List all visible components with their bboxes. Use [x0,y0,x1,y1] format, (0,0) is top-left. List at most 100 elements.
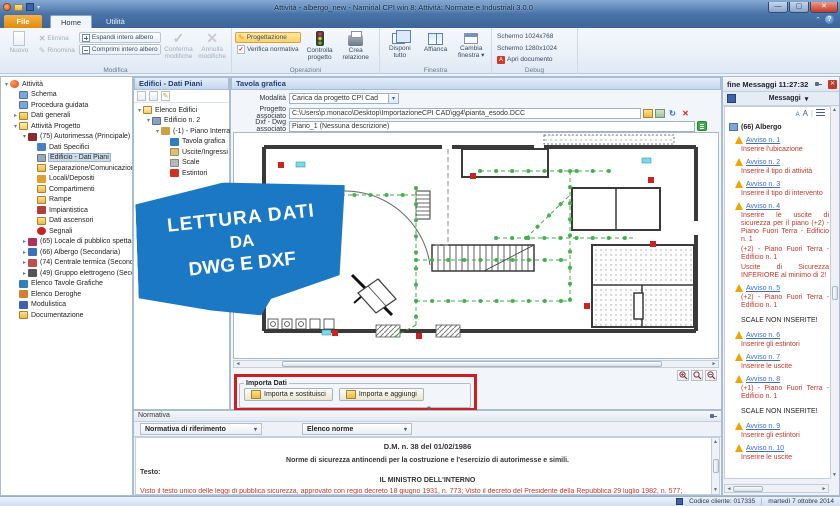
tree-item[interactable]: Modulistica [1,300,132,311]
tree-item[interactable]: ▸(66) Albergo (Secondaria) [1,247,132,258]
normativa-document[interactable]: D.M. n. 38 del 01/02/1986 Norme di sicur… [135,437,720,495]
scroll-down-icon[interactable]: ▼ [831,472,839,478]
warning-item[interactable]: Avviso n. 6 [725,328,837,340]
cambia-finestra-button[interactable]: Cambia finestra ▾ [454,30,488,65]
warning-link[interactable]: Avviso n. 2 [746,159,780,166]
scroll-right-icon[interactable]: ► [820,486,828,492]
minimize-ribbon-icon[interactable]: ⌃ [815,16,821,24]
tree-item[interactable]: Impiantistica [1,205,132,216]
importa-sostituisci-button[interactable]: Importa e sostituisci [244,388,333,401]
progettazione-button[interactable]: ✎ Progettazione [235,32,301,43]
dxf-list-icon[interactable] [697,121,707,131]
new-item-icon[interactable] [137,91,146,101]
rinomina-button[interactable]: ✎ Rinomina [37,45,77,56]
tree-item[interactable]: Scale [134,158,229,169]
scroll-up-icon[interactable]: ▲ [712,439,720,445]
comprimi-albero-button[interactable]: Comprimi intero albero [79,44,161,55]
messages-group-row[interactable]: (66) Albergo [725,120,837,133]
warning-link[interactable]: Avviso n. 10 [746,445,784,452]
refresh-icon[interactable]: ↻ [667,108,678,119]
tree-item[interactable]: Elenco Deroghe [1,289,132,300]
tree-item[interactable]: ▾Attività [1,79,132,90]
help-icon[interactable]: ? [825,15,834,24]
scroll-right-icon[interactable]: ► [710,361,718,367]
warning-link[interactable]: Avviso n. 3 [746,181,780,188]
warning-item[interactable]: Avviso n. 9 [725,419,837,431]
apri-documento-button[interactable]: A Apri documento [495,54,559,65]
warning-link[interactable]: Avviso n. 1 [746,137,780,144]
importa-aggiungi-button[interactable]: Importa e aggiungi [339,388,424,401]
annulla-modifiche-button[interactable]: ✕ Annulla modifiche [196,30,228,65]
warning-item[interactable]: Avviso n. 4 [725,199,837,211]
save-messages-icon[interactable] [727,94,736,103]
modalita-dropdown-icon[interactable]: ▾ [389,93,399,104]
warning-item[interactable]: Avviso n. 2 [725,155,837,167]
zoom-in-icon[interactable] [691,370,703,381]
tree-item[interactable]: Locali/Depositi [1,174,132,185]
tree-item[interactable]: ▸(49) Gruppo elettrogeno (Secondaria) [1,268,132,279]
expand-icon[interactable]: ▸ [21,259,28,266]
edit-item-icon[interactable]: ✎ [161,91,170,101]
messaggi-dropdown[interactable]: Messaggi▾ [769,95,808,103]
warning-link[interactable]: Avviso n. 4 [746,203,780,210]
tree-item[interactable]: ▾(75) Autorimessa (Principale) [1,132,132,143]
collapse-icon[interactable]: ▾ [12,123,19,130]
tree-item[interactable]: Compartimenti [1,184,132,195]
scroll-thumb[interactable] [713,459,719,473]
warning-link[interactable]: Avviso n. 7 [746,354,780,361]
font-decrease-icon[interactable]: A [796,112,800,118]
tab-file[interactable]: File [4,15,42,28]
scroll-up-icon[interactable]: ▲ [831,107,839,113]
tree-item[interactable]: Elenco Tavole Grafiche [1,279,132,290]
preview-icon[interactable] [655,109,665,118]
font-increase-icon[interactable]: A [803,109,808,118]
document-vertical-scrollbar[interactable]: ▲ ▼ [711,438,719,494]
tree-item[interactable]: Procedura guidata [1,100,132,111]
tree-item[interactable]: Dati Specifici [1,142,132,153]
save-icon[interactable] [26,3,34,11]
expand-icon[interactable]: ▸ [21,238,28,245]
zoom-extents-icon[interactable] [677,370,689,381]
schermo-1024-button[interactable]: Schermo 1024x768 [495,31,559,42]
scroll-left-icon[interactable]: ◄ [725,486,733,492]
canvas-horizontal-scrollbar[interactable]: ◄ ► [233,360,719,368]
normativa-riferimento-dropdown[interactable]: Normativa di riferimento▾ [140,423,262,435]
warning-link[interactable]: Avviso n. 8 [746,376,780,383]
warning-item[interactable]: Avviso n. 3 [725,177,837,189]
warning-item[interactable]: Avviso n. 7 [725,350,837,362]
maximize-button[interactable]: ▢ [789,2,809,13]
collapse-icon[interactable]: ▾ [136,107,143,114]
collapse-icon[interactable]: ▾ [3,81,10,88]
warning-item[interactable]: Avviso n. 1 [725,133,837,145]
warning-item[interactable]: Avviso n. 5 [725,281,837,293]
tree-item[interactable]: ▸Dati generali [1,111,132,122]
minimize-button[interactable]: — [768,2,788,13]
tree-item[interactable]: Tavola grafica [134,137,229,148]
tab-home[interactable]: Home [50,15,92,28]
messages-horizontal-scrollbar[interactable]: ◄ ► [724,484,829,493]
tree-item[interactable]: Edificio - Dati Piani [1,153,132,164]
affianca-button[interactable]: Affianca [419,30,453,65]
nuovo-button[interactable]: Nuovo [3,30,35,65]
scroll-thumb[interactable] [282,361,662,367]
scroll-down-icon[interactable]: ▼ [712,487,720,493]
messages-vertical-scrollbar[interactable]: ▲ ▼ [830,106,838,479]
status-save-icon[interactable] [676,498,683,505]
tree-item[interactable]: Dati ascensori [1,216,132,227]
verifica-normativa-button[interactable]: ✓ Verifica normativa [235,44,301,55]
open-icon[interactable] [14,4,23,11]
conferma-modifiche-button[interactable]: ✓ Conferma modifiche [163,30,195,65]
warning-link[interactable]: Avviso n. 5 [746,285,780,292]
close-button[interactable]: ✕ [810,2,838,13]
browse-folder-icon[interactable] [643,109,653,118]
elimina-button[interactable]: ✕ Elimina [37,33,77,44]
progetto-field[interactable]: C:\Users\p.monaco\Desktop\ImportazioneCP… [289,108,641,119]
disponi-tutto-button[interactable]: Disponi tutto [383,30,417,65]
collapse-icon[interactable]: ▾ [21,133,28,140]
tree-item[interactable]: Rampe [1,195,132,206]
tree-item[interactable]: Segnali [1,226,132,237]
tree-item[interactable]: Documentazione [1,310,132,321]
tree-item[interactable]: Separazione/Comunicazione [1,163,132,174]
tab-utilita[interactable]: Utilità [96,15,135,28]
tree-item[interactable]: ▸(65) Locale di pubblico spettacolo (Se [1,237,132,248]
